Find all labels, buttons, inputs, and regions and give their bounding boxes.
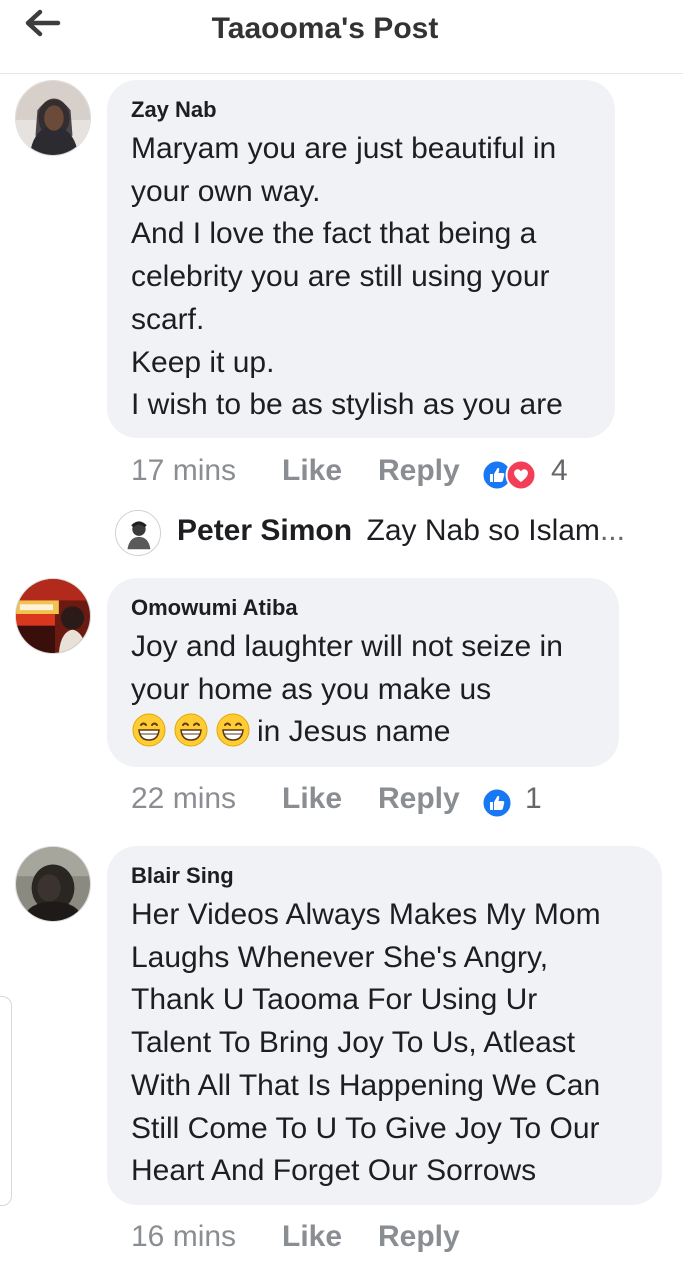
comment-line: Thank U Taooma For Using Ur bbox=[131, 983, 538, 1017]
comment-bubble[interactable]: Blair Sing Her Videos Always Makes My Mo… bbox=[107, 846, 662, 1205]
comment-bubble[interactable]: Omowumi Atiba Joy and laughter will not … bbox=[107, 578, 619, 767]
comment-line: scarf. bbox=[131, 302, 205, 336]
grinning-face-icon bbox=[174, 713, 208, 747]
avatar-omowumi-atiba[interactable] bbox=[15, 578, 91, 654]
reply-preview[interactable]: Peter Simon Zay Nab so Islam... bbox=[177, 514, 625, 564]
like-button[interactable]: Like bbox=[282, 782, 342, 816]
profile-photo bbox=[16, 81, 90, 155]
comment-line: And I love the fact that being a bbox=[131, 217, 537, 251]
reply-button[interactable]: Reply bbox=[378, 1220, 460, 1254]
comment-line: Maryam you are just beautiful in bbox=[131, 132, 557, 165]
avatar-peter-simon[interactable] bbox=[115, 510, 161, 556]
reply-author[interactable]: Peter Simon bbox=[177, 514, 352, 547]
reply-button[interactable]: Reply bbox=[378, 454, 460, 488]
love-icon bbox=[505, 459, 537, 491]
comment-line: Laughs Whenever She's Angry, bbox=[131, 940, 549, 974]
comment-actions: 16 mins Like Reply bbox=[131, 1220, 591, 1260]
like-button[interactable]: Like bbox=[282, 1220, 342, 1254]
comment-line: Still Come To U To Give Joy To Our bbox=[131, 1111, 600, 1145]
avatar-zay-nab[interactable] bbox=[15, 80, 91, 156]
profile-photo bbox=[16, 847, 90, 921]
grinning-face-icon bbox=[216, 713, 250, 747]
comment-actions: 17 mins Like Reply 4 bbox=[131, 454, 591, 494]
reply-text: Zay Nab so Islam bbox=[366, 514, 600, 547]
reply-ellipsis: ... bbox=[599, 514, 625, 547]
like-icon bbox=[481, 787, 513, 819]
comment-line: Joy and laughter will not seize in bbox=[131, 630, 563, 663]
comment-bubble[interactable]: Zay Nab Maryam you are just beautiful in… bbox=[107, 80, 615, 438]
top-bar: Taaooma's Post bbox=[0, 0, 683, 74]
comment-line: your home as you make us bbox=[131, 672, 492, 706]
reaction-count: 1 bbox=[525, 782, 542, 815]
comment-time[interactable]: 17 mins bbox=[131, 454, 236, 488]
comment-line: I wish to be as stylish as you are bbox=[131, 388, 563, 422]
comment-author[interactable]: Omowumi Atiba bbox=[131, 594, 595, 622]
comment-line: celebrity you are still using your bbox=[131, 260, 550, 294]
comment-author[interactable]: Blair Sing bbox=[131, 862, 638, 890]
comment-line: Talent To Bring Joy To Us, Atleast bbox=[131, 1026, 576, 1060]
grinning-face-icon bbox=[132, 713, 166, 747]
profile-photo bbox=[16, 579, 90, 653]
comment-line: your own way. bbox=[131, 174, 321, 208]
reaction-summary[interactable] bbox=[481, 457, 537, 491]
comment-line-text: in Jesus name bbox=[257, 715, 451, 749]
comment-time[interactable]: 16 mins bbox=[131, 1220, 236, 1254]
comment-text: Joy and laughter will not seize in your … bbox=[131, 626, 595, 754]
floating-panel-edge[interactable] bbox=[0, 996, 12, 1206]
like-button[interactable]: Like bbox=[282, 454, 342, 488]
comment-line: Keep it up. bbox=[131, 345, 275, 379]
reply-button[interactable]: Reply bbox=[378, 782, 460, 816]
comment-line: Heart And Forget Our Sorrows bbox=[131, 1154, 537, 1188]
comment-text: Her Videos Always Makes My Mom Laughs Wh… bbox=[131, 894, 638, 1193]
reaction-count: 4 bbox=[551, 454, 568, 487]
comment-line: With All That Is Happening We Can bbox=[131, 1068, 601, 1102]
comment-line: Her Videos Always Makes My Mom bbox=[131, 898, 601, 931]
reaction-summary[interactable] bbox=[481, 785, 513, 819]
comment-text: Maryam you are just beautiful in your ow… bbox=[131, 128, 591, 427]
comment-line: in Jesus name bbox=[131, 711, 595, 754]
avatar-blair-sing[interactable] bbox=[15, 846, 91, 922]
profile-photo bbox=[116, 511, 160, 555]
comment-time[interactable]: 22 mins bbox=[131, 782, 236, 816]
comment-author[interactable]: Zay Nab bbox=[131, 96, 591, 124]
comment-actions: 22 mins Like Reply 1 bbox=[131, 782, 591, 822]
page-title: Taaooma's Post bbox=[211, 12, 439, 45]
